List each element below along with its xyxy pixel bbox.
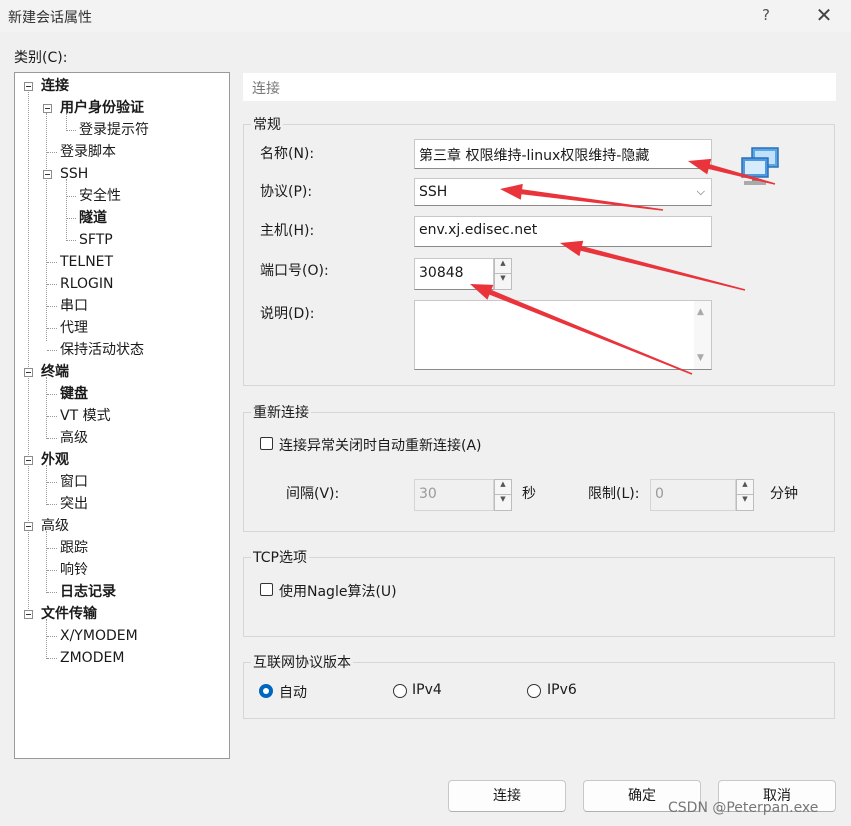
red-arrow — [470, 284, 693, 375]
annotation-arrows — [470, 158, 776, 375]
red-arrow — [560, 240, 746, 291]
red-arrow — [500, 183, 664, 211]
red-arrow — [688, 158, 776, 185]
